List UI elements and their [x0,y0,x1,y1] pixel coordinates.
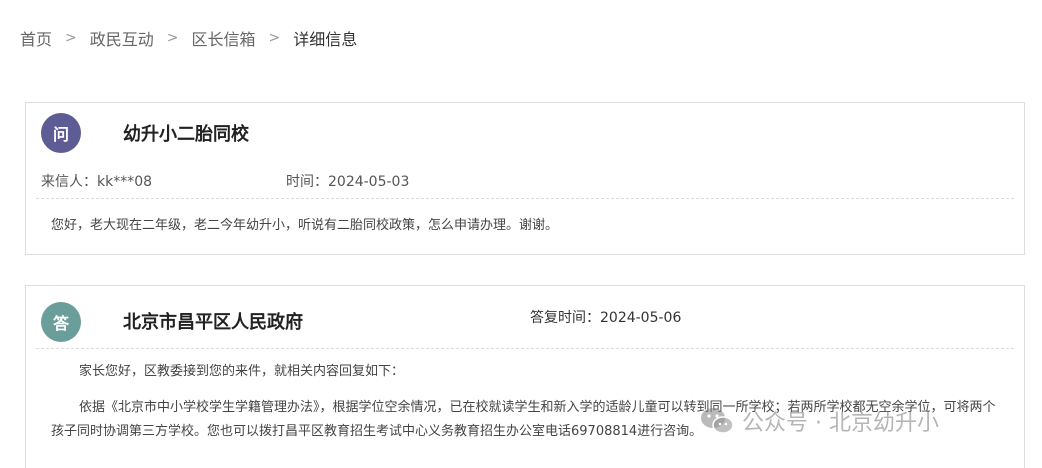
breadcrumb-interaction-link[interactable]: 政民互动 [90,26,154,50]
breadcrumb: 首页 > 政民互动 > 区长信箱 > 详细信息 [20,26,357,50]
breadcrumb-separator: > [166,30,179,46]
answer-badge: 答 [41,302,81,342]
question-badge: 问 [41,113,81,153]
question-body: 您好，老大现在二年级，老二今年幼升小，听说有二胎同校政策，怎么申请办理。谢谢。 [51,218,559,233]
breadcrumb-separator: > [65,30,77,46]
divider [36,198,1014,199]
answer-card: 答 北京市昌平区人民政府 答复时间：2024-05-06 家长您好，区教委接到您… [25,285,1025,468]
question-time: 时间：2024-05-03 [286,174,410,190]
answer-title: 北京市昌平区人民政府 [123,312,303,333]
breadcrumb-mailbox-link[interactable]: 区长信箱 [192,26,256,50]
divider [36,348,1014,349]
sender-info: 来信人：kk***08 [41,174,153,190]
breadcrumb-separator: > [268,30,281,46]
answer-paragraph: 依据《北京市中小学校学生学籍管理办法》，根据学位空余情况，已在校就读学生和新入学… [51,400,996,439]
answer-paragraph: 家长您好，区教委接到您的来件，就相关内容回复如下： [79,364,405,379]
question-card: 问 幼升小二胎同校 来信人：kk***08 时间：2024-05-03 您好，老… [25,102,1025,255]
breadcrumb-home-link[interactable]: 首页 [20,26,52,50]
reply-time: 答复时间：2024-05-06 [530,310,682,326]
breadcrumb-current: 详细信息 [293,30,358,49]
question-title: 幼升小二胎同校 [123,124,249,145]
